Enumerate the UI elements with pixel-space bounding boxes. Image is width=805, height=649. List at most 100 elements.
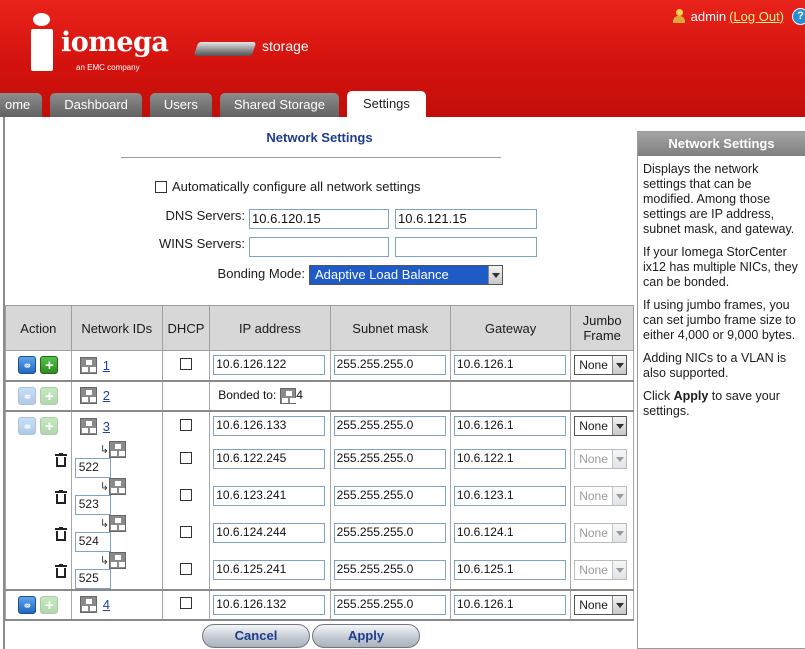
network-icon [280,387,297,404]
gateway-input[interactable]: 10.6.125.1 [453,560,566,581]
ip-cell: 10.6.124.244 [209,514,331,552]
tab-dashboard[interactable]: Dashboard [50,93,142,117]
row-actions: ⚭ + [5,409,72,441]
dns-server-2-input[interactable]: 10.6.121.15 [395,209,537,229]
bonding-mode-label: Bonding Mode: [217,266,305,281]
gateway-cell: 10.6.126.1 [449,350,572,381]
tab-home[interactable]: ome [0,93,43,117]
storage-device-icon [193,42,257,56]
trash-icon[interactable] [54,489,67,504]
subnet-input[interactable]: 255.255.255.0 [333,523,446,544]
vlan-row: ↳ 523 10.6.123.241 255.255.255.0 10.6.123… [5,477,634,515]
mask-cell: 255.255.255.0 [329,409,451,441]
network-id-link[interactable]: 4 [103,597,110,612]
ip-input[interactable]: 10.6.126.132 [213,594,326,615]
vlan-id-input[interactable]: 525 [74,568,111,589]
dhcp-checkbox[interactable] [179,357,192,370]
subnet-input[interactable]: 255.255.255.0 [333,449,446,470]
chevron-down-icon [612,450,627,469]
dhcp-checkbox[interactable] [179,418,192,431]
add-vlan-icon: + [40,386,59,405]
vlan-id-input[interactable]: 524 [74,531,111,552]
wins-server-1-input[interactable] [249,237,389,257]
network-id-link[interactable]: 3 [103,419,110,434]
table-row: ⚭ + 1 10.6.126.122 255.255.255.0 10.6.126… [5,350,634,381]
chevron-down-icon [488,266,502,284]
jumbo-frame-select[interactable]: None [574,594,628,615]
logout-link[interactable]: (Log Out) [729,9,784,24]
subnet-input[interactable]: 255.255.255.0 [333,355,446,376]
bond-link-icon[interactable]: ⚭ [18,595,37,614]
gateway-cell: 10.6.125.1 [449,551,572,590]
ip-cell: 10.6.123.241 [209,477,331,515]
subnet-input[interactable]: 255.255.255.0 [333,560,446,581]
tab-shared-storage[interactable]: Shared Storage [219,93,339,117]
row-actions: ⚭ + [5,350,72,381]
vlan-id-input[interactable]: 522 [74,457,111,478]
gateway-cell: 10.6.122.1 [449,440,572,478]
vlan-id-input[interactable]: 523 [74,494,111,515]
gateway-input[interactable]: 10.6.126.1 [453,355,566,376]
help-icon[interactable]: ? [792,7,805,25]
tab-settings[interactable]: Settings [346,91,426,117]
dhcp-checkbox[interactable] [179,597,192,610]
ip-input[interactable]: 10.6.122.245 [213,449,326,470]
ip-cell: 10.6.126.132 [209,588,331,621]
mask-cell: 255.255.255.0 [329,551,451,590]
bond-link-icon[interactable]: ⚭ [18,356,37,375]
jumbo-value: None [579,419,608,433]
cancel-button[interactable]: Cancel [202,624,310,648]
network-id-link[interactable]: 1 [103,358,110,373]
jumbo-cell: None [570,588,634,621]
wins-server-2-input[interactable] [395,237,537,257]
help-paragraph: If using jumbo frames, you can set jumbo… [643,298,796,342]
vlan-arrow-icon: ↳ [99,480,109,493]
mask-cell: 255.255.255.0 [329,588,451,621]
dhcp-checkbox[interactable] [179,488,192,501]
ip-input[interactable]: 10.6.126.122 [213,355,326,376]
ip-cell: 10.6.122.245 [209,440,331,478]
device-label: storage [262,38,309,54]
ip-input[interactable]: 10.6.125.241 [213,560,326,581]
tab-users[interactable]: Users [149,93,212,117]
trash-icon[interactable] [54,564,67,578]
bond-link-icon: ⚭ [18,386,37,405]
jumbo-frame-select[interactable]: None [574,355,628,376]
vlan-id-cell: ↳ 524 [70,514,163,552]
jumbo-frame-select: None [574,449,628,470]
col-jumbo: Jumbo Frame [570,305,634,351]
dhcp-checkbox[interactable] [179,451,192,464]
jumbo-frame-select[interactable]: None [574,416,628,436]
ip-cell: 10.6.125.241 [209,551,331,590]
subnet-input[interactable]: 255.255.255.0 [333,594,446,615]
dhcp-checkbox[interactable] [179,525,192,538]
ip-input[interactable]: 10.6.124.244 [213,523,326,544]
gateway-input[interactable]: 10.6.124.1 [453,523,566,544]
ip-input[interactable]: 10.6.126.133 [213,416,326,436]
col-gateway: Gateway [449,305,572,351]
title-divider [121,157,501,158]
network-id-link[interactable]: 2 [103,388,110,403]
jumbo-cell: None [570,350,634,381]
subnet-input[interactable]: 255.255.255.0 [333,416,446,436]
gateway-input[interactable]: 10.6.123.1 [453,486,566,507]
dhcp-cell [161,551,211,590]
trash-icon[interactable] [54,526,67,541]
gateway-input[interactable]: 10.6.126.1 [453,594,566,615]
ip-input[interactable]: 10.6.123.241 [213,486,326,507]
subnet-input[interactable]: 255.255.255.0 [333,486,446,507]
jumbo-frame-select: None [574,486,628,507]
auto-config-checkbox[interactable] [155,180,167,193]
bonding-mode-value: Adaptive Load Balance [315,267,449,282]
gateway-input[interactable]: 10.6.126.1 [453,416,566,436]
dhcp-checkbox[interactable] [179,562,192,575]
add-vlan-icon[interactable]: + [40,356,59,375]
gateway-input[interactable]: 10.6.122.1 [453,449,566,470]
jumbo-cell: None [570,409,634,441]
trash-icon[interactable] [54,452,67,467]
network-id-cell: 4 [70,588,163,621]
vlan-row: ↳ 525 10.6.125.241 255.255.255.0 10.6.125… [5,551,634,590]
apply-button[interactable]: Apply [312,624,420,648]
dns-server-1-input[interactable]: 10.6.120.15 [249,209,389,229]
bonding-mode-select[interactable]: Adaptive Load Balance [309,265,503,285]
